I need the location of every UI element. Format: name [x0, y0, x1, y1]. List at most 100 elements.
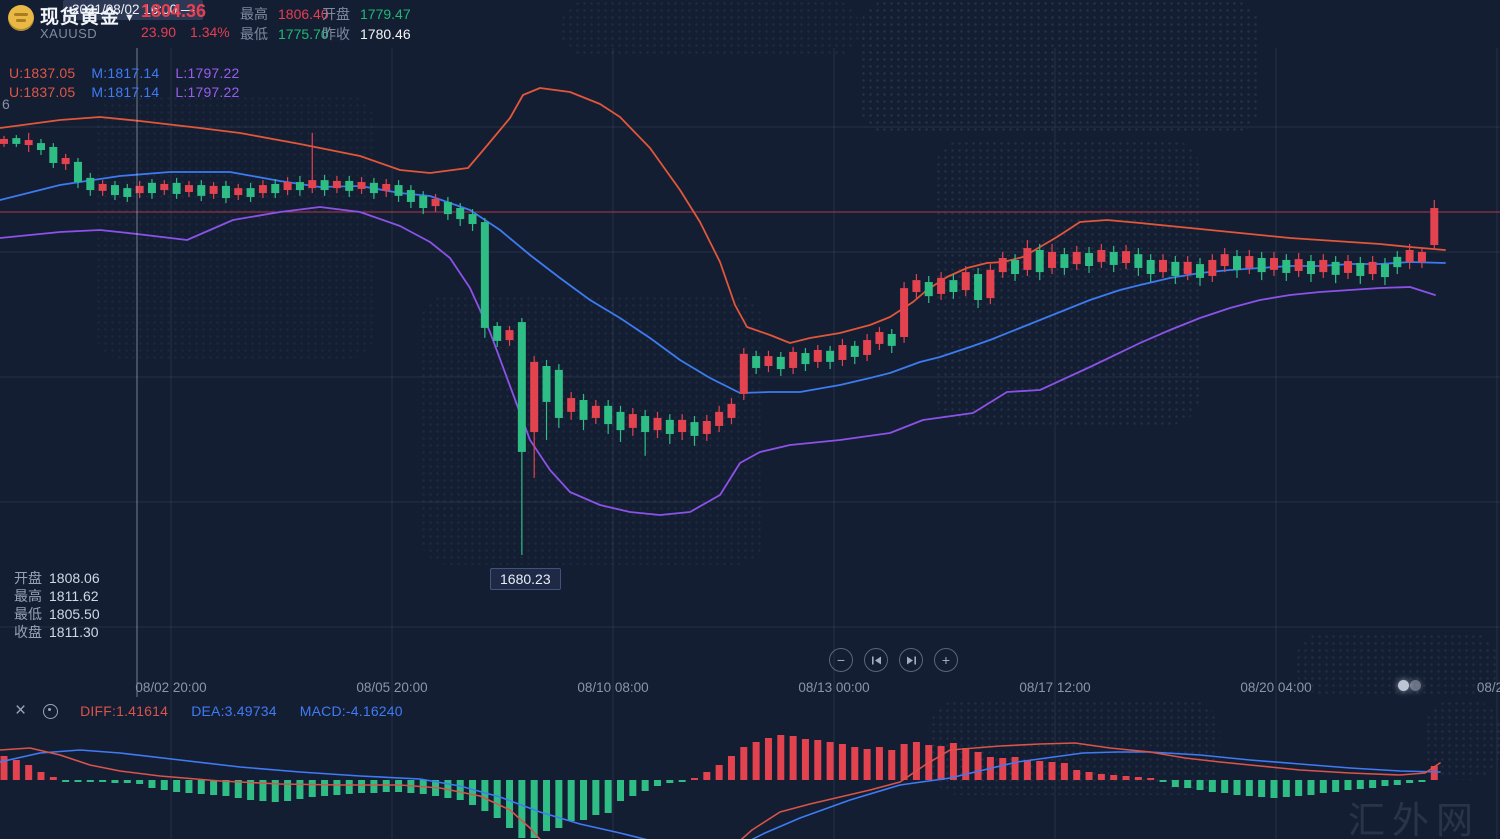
macd-bar[interactable] [740, 747, 747, 780]
candle-body[interactable] [604, 406, 612, 424]
candle-body[interactable] [814, 350, 822, 362]
macd-bar[interactable] [161, 780, 168, 790]
macd-bar[interactable] [1160, 780, 1167, 782]
macd-bar[interactable] [839, 744, 846, 780]
macd-bar[interactable] [777, 735, 784, 780]
macd-bar[interactable] [888, 750, 895, 780]
macd-bar[interactable] [1357, 780, 1364, 789]
candle-body[interactable] [296, 182, 304, 190]
candle-body[interactable] [1270, 258, 1278, 270]
candle-body[interactable] [247, 188, 255, 197]
candle-body[interactable] [740, 354, 748, 394]
macd-bar[interactable] [1086, 772, 1093, 780]
macd-bar[interactable] [999, 758, 1006, 780]
candle-body[interactable] [1023, 248, 1031, 270]
candle-body[interactable] [1430, 208, 1438, 245]
macd-bar[interactable] [1270, 780, 1277, 798]
macd-bar[interactable] [1406, 780, 1413, 783]
macd-bar[interactable] [370, 780, 377, 793]
macd-bar[interactable] [568, 780, 575, 821]
macd-bar[interactable] [1246, 780, 1253, 796]
macd-bar[interactable] [321, 780, 328, 796]
macd-bar[interactable] [1307, 780, 1314, 795]
candle-body[interactable] [1073, 252, 1081, 264]
macd-bar[interactable] [1197, 780, 1204, 790]
candle-body[interactable] [1134, 254, 1142, 268]
macd-bar[interactable] [62, 780, 69, 782]
candle-body[interactable] [653, 418, 661, 430]
candle-body[interactable] [727, 404, 735, 418]
candle-body[interactable] [1233, 256, 1241, 270]
macd-bar[interactable] [383, 780, 390, 792]
candle-body[interactable] [617, 412, 625, 430]
macd-bar[interactable] [1172, 780, 1179, 787]
candle-body[interactable] [1060, 254, 1068, 268]
candle-body[interactable] [1159, 260, 1167, 272]
macd-bar[interactable] [148, 780, 155, 788]
macd-bar[interactable] [1110, 775, 1117, 780]
candle-body[interactable] [543, 366, 551, 402]
candle-body[interactable] [986, 270, 994, 298]
macd-bar[interactable] [25, 765, 32, 780]
candle-body[interactable] [592, 406, 600, 418]
macd-bar[interactable] [1123, 776, 1130, 780]
candle-body[interactable] [1097, 250, 1105, 262]
macd-bar[interactable] [913, 742, 920, 780]
candle-body[interactable] [1011, 260, 1019, 274]
macd-bar[interactable] [543, 780, 550, 831]
candle-body[interactable] [444, 202, 452, 214]
candle-body[interactable] [863, 340, 871, 355]
candle-body[interactable] [764, 356, 772, 366]
macd-bar[interactable] [309, 780, 316, 797]
macd-bar[interactable] [1344, 780, 1351, 790]
macd-bar[interactable] [37, 772, 44, 780]
candle-body[interactable] [1307, 261, 1315, 274]
candle-body[interactable] [715, 412, 723, 426]
macd-bar[interactable] [111, 780, 118, 783]
candle-body[interactable] [530, 362, 538, 432]
macd-bar[interactable] [629, 780, 636, 796]
macd-bar[interactable] [938, 746, 945, 780]
candle-body[interactable] [703, 421, 711, 434]
macd-bar[interactable] [296, 780, 303, 799]
candle-body[interactable] [407, 190, 415, 202]
candle-body[interactable] [567, 398, 575, 412]
macd-bar[interactable] [1295, 780, 1302, 796]
candle-body[interactable] [826, 351, 834, 362]
candle-body[interactable] [1393, 257, 1401, 267]
candle-body[interactable] [12, 138, 20, 144]
candle-body[interactable] [888, 334, 896, 346]
macd-bar[interactable] [1221, 780, 1228, 793]
macd-bar[interactable] [284, 780, 291, 801]
settings-target-icon[interactable] [43, 704, 58, 719]
time-axis[interactable]: 08/02 20:0008/05 20:0008/10 08:0008/13 0… [0, 678, 1500, 698]
candle-body[interactable] [1208, 260, 1216, 276]
candle-body[interactable] [148, 183, 156, 193]
macd-bar[interactable] [494, 780, 501, 818]
candle-body[interactable] [284, 182, 292, 190]
macd-bar[interactable] [592, 780, 599, 815]
scrollbar-thumb-dot[interactable] [1398, 680, 1409, 691]
macd-bar[interactable] [1258, 780, 1265, 797]
macd-bar[interactable] [765, 738, 772, 780]
macd-bar[interactable] [901, 744, 908, 780]
macd-bar[interactable] [1320, 780, 1327, 793]
candle-body[interactable] [197, 185, 205, 196]
candle-body[interactable] [86, 178, 94, 190]
macd-bar[interactable] [617, 780, 624, 801]
candle-body[interactable] [358, 182, 366, 189]
macd-bar[interactable] [136, 780, 143, 784]
candle-body[interactable] [0, 139, 8, 144]
macd-bar[interactable] [1135, 777, 1142, 780]
candle-body[interactable] [641, 416, 649, 432]
macd-bar[interactable] [1073, 770, 1080, 780]
candle-body[interactable] [678, 420, 686, 432]
macd-bar[interactable] [1098, 774, 1105, 780]
candle-body[interactable] [481, 222, 489, 328]
macd-bar[interactable] [790, 736, 797, 780]
macd-bar[interactable] [173, 780, 180, 792]
macd-bar[interactable] [1234, 780, 1241, 795]
candle-body[interactable] [382, 184, 390, 191]
macd-bar[interactable] [950, 743, 957, 780]
candle-body[interactable] [370, 183, 378, 193]
